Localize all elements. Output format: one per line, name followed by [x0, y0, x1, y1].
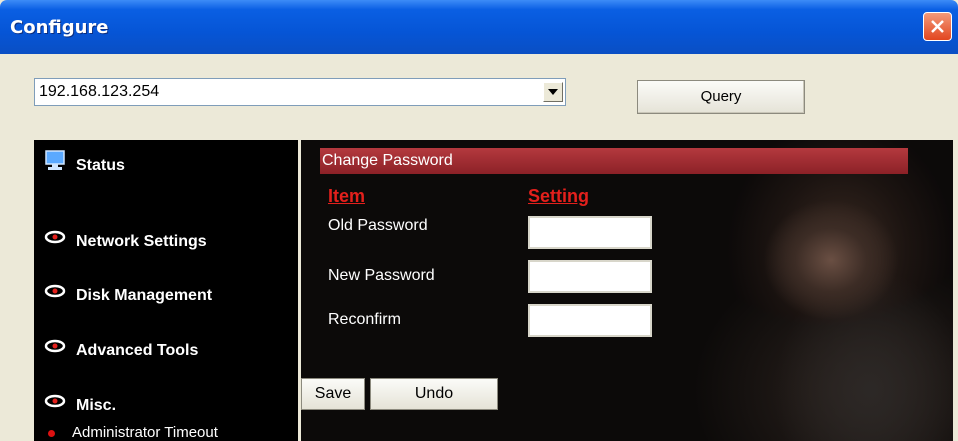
sidebar-item-label: Misc.	[76, 397, 117, 414]
reconfirm-label: Reconfirm	[328, 311, 401, 328]
sidebar-subitem-administrator-timeout[interactable]: Administrator Timeout	[48, 424, 218, 441]
eye-icon	[44, 394, 66, 413]
undo-button[interactable]: Undo	[370, 378, 498, 410]
title-bar[interactable]: Configure	[0, 0, 958, 54]
window-title: Configure	[10, 17, 109, 38]
sidebar: Status Network Settings Disk Management …	[34, 140, 298, 441]
chevron-down-icon	[548, 89, 558, 95]
configure-window: Configure 192.168.123.254 Query Status N…	[0, 0, 958, 441]
new-password-label: New Password	[328, 267, 435, 284]
section-header: Change Password	[320, 148, 908, 174]
column-header-item: Item	[328, 186, 366, 206]
reconfirm-field[interactable]	[528, 304, 652, 337]
dropdown-button[interactable]	[543, 82, 563, 102]
old-password-label: Old Password	[328, 217, 428, 234]
close-button[interactable]	[923, 12, 952, 41]
sidebar-item-label: Status	[76, 157, 125, 174]
sidebar-item-label: Disk Management	[76, 287, 213, 304]
sidebar-item-label: Network Settings	[76, 233, 207, 250]
bullet-icon	[48, 429, 55, 437]
save-button[interactable]: Save	[301, 378, 365, 410]
eye-icon	[44, 284, 66, 303]
query-button[interactable]: Query	[637, 80, 805, 114]
close-icon	[931, 20, 944, 33]
sidebar-item-label: Advanced Tools	[76, 342, 199, 359]
monitor-icon	[44, 150, 66, 177]
old-password-field[interactable]	[528, 216, 652, 249]
address-combobox[interactable]: 192.168.123.254	[34, 78, 566, 106]
sidebar-subitem-label: Administrator Timeout	[72, 424, 218, 441]
eye-icon	[44, 339, 66, 358]
eye-icon	[44, 230, 66, 249]
address-value[interactable]: 192.168.123.254	[39, 83, 159, 101]
content-panel: Change Password Item Setting Old Passwor…	[301, 140, 953, 441]
new-password-field[interactable]	[528, 260, 652, 293]
background-photo	[721, 140, 953, 441]
column-header-setting: Setting	[528, 186, 589, 206]
